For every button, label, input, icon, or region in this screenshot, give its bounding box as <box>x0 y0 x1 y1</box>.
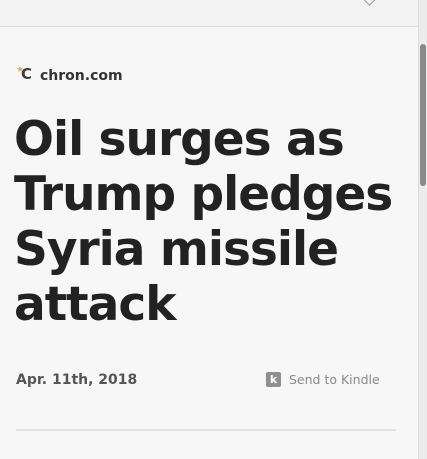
send-to-kindle-button[interactable]: k Send to Kindle <box>266 372 380 387</box>
send-to-kindle-label: Send to Kindle <box>289 372 380 387</box>
divider <box>16 429 396 431</box>
article-date: Apr. 11th, 2018 <box>16 372 138 388</box>
scrollbar-thumb[interactable] <box>420 44 426 186</box>
kindle-icon: k <box>266 372 281 387</box>
source-link[interactable]: ★ C chron.com <box>16 66 123 86</box>
source-name: chron.com <box>40 68 123 84</box>
chevron-down-icon[interactable] <box>363 0 376 6</box>
top-toolbar <box>0 0 418 27</box>
article-view: ★ C chron.com Oil surges as Trump pledge… <box>0 0 427 459</box>
scrollbar-track[interactable] <box>418 0 427 459</box>
chron-logo-icon: ★ C <box>16 65 33 83</box>
article-headline: Oil surges as Trump pledges Syria missil… <box>14 112 393 332</box>
